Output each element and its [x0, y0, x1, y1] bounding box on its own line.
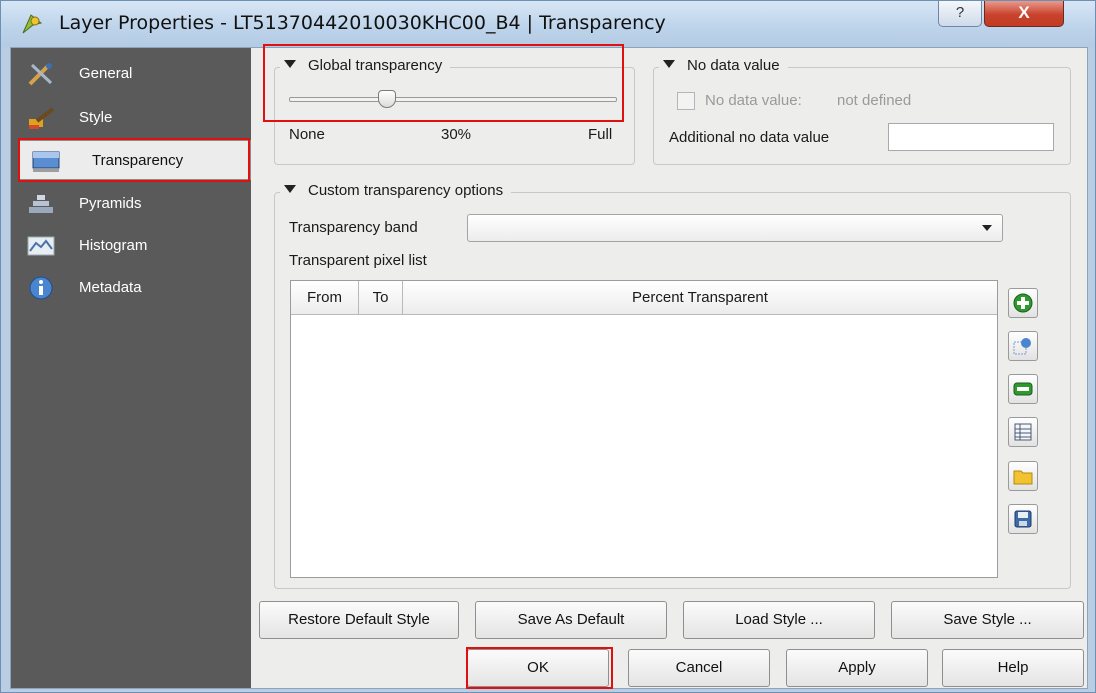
- title-bar[interactable]: Layer Properties - LT51370442010030KHC00…: [1, 1, 1095, 47]
- style-brush-icon: [29, 107, 55, 129]
- apply-button[interactable]: Apply: [786, 649, 928, 687]
- remove-row-icon: [1013, 382, 1033, 396]
- metadata-info-icon: [29, 276, 53, 300]
- default-values-button[interactable]: [1008, 417, 1038, 447]
- additional-no-data-label: Additional no data value: [669, 129, 830, 146]
- sidebar-item-label: Transparency: [92, 152, 184, 169]
- save-as-default-button[interactable]: Save As Default: [475, 601, 667, 639]
- load-style-button[interactable]: Load Style ...: [683, 601, 875, 639]
- transparency-slider-track[interactable]: [289, 97, 617, 102]
- sidebar-item-label: Metadata: [79, 279, 142, 296]
- export-save-icon: [1014, 510, 1032, 528]
- ok-button[interactable]: OK: [467, 649, 609, 687]
- no-data-value-title[interactable]: No data value: [659, 57, 788, 74]
- restore-default-style-button[interactable]: Restore Default Style: [259, 601, 459, 639]
- close-button[interactable]: X: [984, 1, 1064, 27]
- additional-no-data-input[interactable]: [888, 123, 1054, 151]
- export-button[interactable]: [1008, 504, 1038, 534]
- save-style-button[interactable]: Save Style ...: [891, 601, 1084, 639]
- custom-transparency-title[interactable]: Custom transparency options: [280, 182, 512, 199]
- sidebar-item-metadata[interactable]: Metadata: [17, 268, 245, 308]
- sidebar-item-pyramids[interactable]: Pyramids: [17, 184, 245, 224]
- slider-min-label: None: [289, 126, 325, 143]
- transparent-pixel-list-label: Transparent pixel list: [289, 252, 427, 269]
- layer-properties-dialog: Layer Properties - LT51370442010030KHC00…: [0, 0, 1096, 693]
- transparency-band-select[interactable]: [467, 214, 1003, 242]
- no-data-value-text: not defined: [837, 92, 912, 109]
- histogram-icon: [27, 236, 55, 256]
- transparency-icon: [32, 151, 60, 172]
- global-transparency-group: [274, 67, 635, 165]
- default-values-icon: [1014, 423, 1032, 441]
- sidebar-item-style[interactable]: Style: [17, 98, 245, 138]
- window-title: Layer Properties - LT51370442010030KHC00…: [59, 12, 666, 34]
- collapse-arrow-icon: [663, 60, 675, 68]
- pyramids-icon: [29, 195, 53, 213]
- pick-values-button[interactable]: [1008, 331, 1038, 361]
- collapse-arrow-icon: [284, 60, 296, 68]
- no-data-checkbox-label: No data value:: [705, 92, 802, 109]
- transparent-pixel-table[interactable]: From To Percent Transparent: [290, 280, 998, 578]
- column-header-to[interactable]: To: [359, 281, 403, 315]
- import-folder-icon: [1013, 470, 1033, 485]
- sidebar-item-label: Style: [79, 109, 113, 126]
- dropdown-arrow-icon: [982, 225, 992, 231]
- cancel-button[interactable]: Cancel: [628, 649, 770, 687]
- column-header-percent-transparent[interactable]: Percent Transparent: [403, 281, 997, 315]
- slider-value-label: 30%: [441, 126, 472, 143]
- sidebar-item-label: Histogram: [79, 237, 148, 254]
- sidebar-item-label: General: [79, 65, 133, 82]
- qgis-logo-icon: [22, 14, 43, 34]
- sidebar-item-label: Pyramids: [79, 195, 142, 212]
- collapse-arrow-icon: [284, 185, 296, 193]
- transparency-band-label: Transparency band: [289, 219, 418, 236]
- column-header-from[interactable]: From: [291, 281, 359, 315]
- general-tools-icon: [28, 63, 53, 86]
- no-data-checkbox[interactable]: [677, 92, 695, 110]
- help-titlebar-button[interactable]: ?: [938, 1, 982, 27]
- help-button[interactable]: Help: [942, 649, 1084, 687]
- pick-values-icon: [1013, 338, 1031, 355]
- slider-max-label: Full: [588, 126, 613, 143]
- sidebar-item-general[interactable]: General: [17, 54, 245, 94]
- add-row-icon: [1013, 293, 1033, 313]
- global-transparency-title[interactable]: Global transparency: [280, 57, 451, 74]
- import-button[interactable]: [1008, 461, 1038, 491]
- sidebar-item-histogram[interactable]: Histogram: [17, 226, 245, 266]
- add-row-button[interactable]: [1008, 288, 1038, 318]
- sidebar: General Style Transparency Pyramids Hist…: [11, 48, 251, 688]
- remove-row-button[interactable]: [1008, 374, 1038, 404]
- sidebar-item-transparency[interactable]: Transparency: [19, 140, 251, 180]
